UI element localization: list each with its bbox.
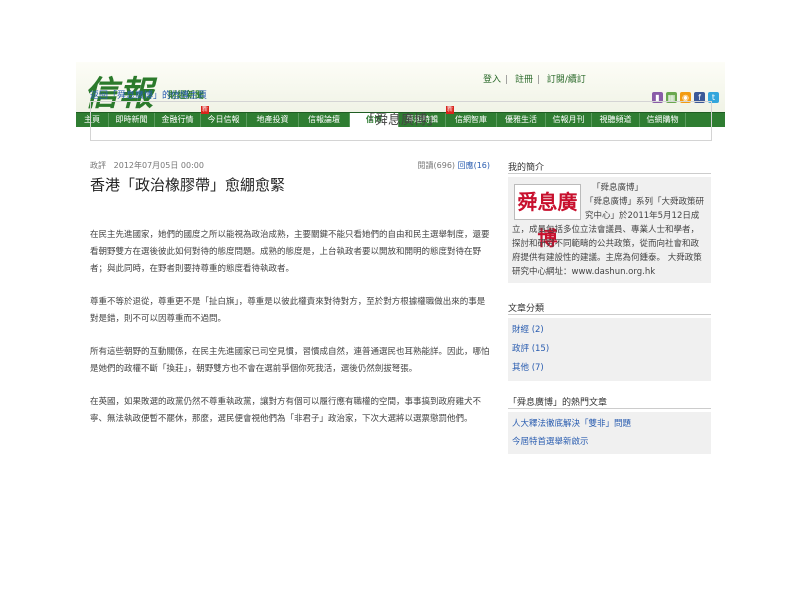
content: 返回「舜息廣博」的信博主頁 「舜息廣博」 政評 2012年07月05日 00:0… xyxy=(76,0,725,600)
profile-box: 舜息廣博 「舜息廣博」 「舜息廣博」系列「大舜政策研究中心」於2011年5月12… xyxy=(508,177,711,283)
views-count: 閱讀(696) xyxy=(417,161,456,170)
article-meta: 政評 2012年07月05日 00:00 閱讀(696) 回應(16) xyxy=(90,160,490,172)
categories-list: 財經 (2) 政評 (15) 其他 (7) xyxy=(508,318,711,381)
article-paragraph-1: 在民主先進國家，她們的國度之所以能視為政治成熟，主要關鍵不能只看她們的自由和民主… xyxy=(90,230,490,274)
hot-article-1[interactable]: 人大釋法徹底解決「雙非」問題 xyxy=(512,415,707,433)
category-finance[interactable]: 財經 (2) xyxy=(512,321,707,340)
profile-logo: 舜息廣博 xyxy=(514,184,581,250)
category-other[interactable]: 其他 (7) xyxy=(512,359,707,378)
blog-title-box: 「舜息廣博」 xyxy=(90,101,712,141)
profile-heading: 我的簡介 xyxy=(508,160,711,174)
hot-article-2[interactable]: 今屆特首選舉新啟示 xyxy=(512,433,707,451)
article-paragraph-3: 所有這些朝野的互動關係，在民主先進國家已司空見慣，習慣成自然，連普通選民也耳熟能… xyxy=(90,347,490,374)
article-category[interactable]: 政評 xyxy=(90,161,106,170)
hot-articles-heading: 「舜息廣博」的熱門文章 xyxy=(508,395,711,409)
article-paragraph-4: 在英國，如果敗選的政黨仍然不尊重執政黨，讓對方有個可以履行應有職權的空間，事事搞… xyxy=(90,397,482,424)
categories-heading: 文章分類 xyxy=(508,301,711,315)
blog-title[interactable]: 「舜息廣博」 xyxy=(362,113,440,128)
category-politics[interactable]: 政評 (15) xyxy=(512,340,707,359)
article: 政評 2012年07月05日 00:00 閱讀(696) 回應(16) 香港「政… xyxy=(90,160,490,437)
breadcrumb[interactable]: 返回「舜息廣博」的信博主頁 xyxy=(90,88,207,101)
replies-count[interactable]: 回應(16) xyxy=(458,161,490,170)
sidebar: 我的簡介 舜息廣博 「舜息廣博」 「舜息廣博」系列「大舜政策研究中心」於2011… xyxy=(508,160,711,454)
hot-articles-list: 人大釋法徹底解決「雙非」問題 今屆特首選舉新啟示 xyxy=(508,412,711,454)
article-date: 2012年07月05日 00:00 xyxy=(113,161,204,170)
article-paragraph-2: 尊重不等於退從，尊重更不是「扯白旗」，尊重是以彼此權責來對待對方，至於對方根據權… xyxy=(90,297,486,324)
article-headline: 香港「政治橡膠帶」愈綳愈緊 xyxy=(90,176,286,194)
